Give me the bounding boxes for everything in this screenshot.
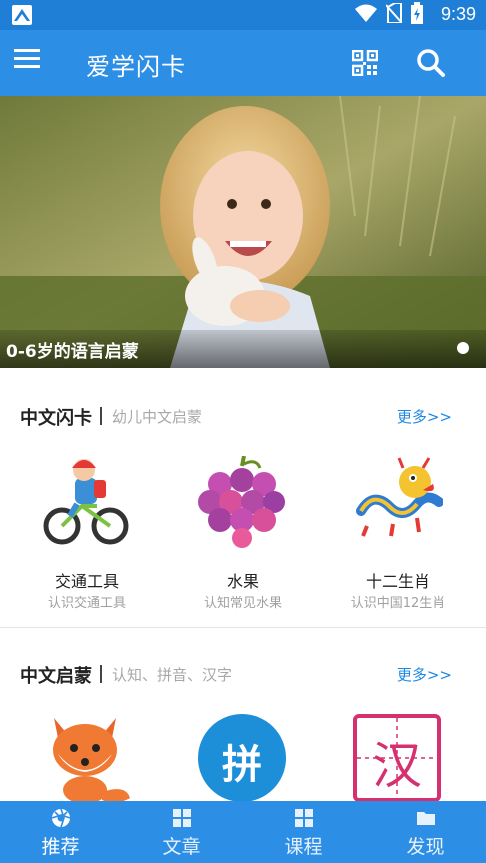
bottom-navigation: 推荐 文章 课程 发现 <box>0 801 486 863</box>
section-flashcards: 中文闪卡 幼儿中文启蒙 更多>> 交通工具 认识交通工具 水果 认知常见水果 十… <box>0 398 486 627</box>
section-header: 中文启蒙 认知、拼音、汉字 更多>> <box>0 656 486 696</box>
wifi-icon <box>354 3 378 27</box>
grapes-icon <box>198 455 288 548</box>
section-divider <box>0 627 486 628</box>
carousel-dot-indicator[interactable] <box>457 342 469 354</box>
section-title: 中文闪卡 <box>20 408 92 429</box>
tab-label: 发现 <box>406 836 445 858</box>
tab-articles[interactable]: 文章 <box>121 801 242 863</box>
section-title: 中文启蒙 <box>20 666 92 687</box>
card-title: 水果 <box>226 572 259 591</box>
grid-icon <box>294 808 314 828</box>
battery-charging-icon <box>410 2 424 28</box>
section-header: 中文闪卡 幼儿中文启蒙 更多>> <box>0 398 486 438</box>
app-bar: 爱学闪卡 <box>0 30 486 96</box>
section-divider-bar <box>100 407 102 425</box>
banner-caption: 0-6岁的语言启蒙 <box>0 330 486 368</box>
clock: 9:39 <box>440 4 476 24</box>
qr-code-icon[interactable] <box>351 49 382 80</box>
section-subtitle: 认知、拼音、汉字 <box>112 666 233 684</box>
hanzi-grid-icon: 汉 <box>353 714 443 806</box>
tab-courses[interactable]: 课程 <box>243 801 364 863</box>
pinyin-glyph: 拼 <box>222 742 262 788</box>
more-link[interactable]: 更多>> <box>397 406 452 427</box>
bicycle-kid-icon <box>42 456 132 548</box>
folder-icon <box>416 808 436 828</box>
card-title: 交通工具 <box>54 572 119 591</box>
app-notification-icon <box>12 5 32 25</box>
tab-recommend[interactable]: 推荐 <box>0 801 121 863</box>
tab-label: 课程 <box>284 836 323 858</box>
pinyin-badge-icon: 拼 <box>198 714 288 806</box>
fox-icon <box>42 714 132 806</box>
card-description: 认识中国12生肖 <box>350 596 446 611</box>
card-title: 十二生肖 <box>365 572 430 591</box>
more-link[interactable]: 更多>> <box>397 664 452 685</box>
banner-caption-text: 0-6岁的语言启蒙 <box>6 342 139 362</box>
tab-label: 推荐 <box>41 836 80 858</box>
grid-icon <box>172 808 192 828</box>
section-divider-bar <box>100 665 102 683</box>
status-bar: 9:39 <box>0 0 486 30</box>
hamburger-menu-icon[interactable] <box>14 48 48 78</box>
card-description: 认知常见水果 <box>203 596 282 611</box>
no-sim-icon <box>385 2 403 27</box>
hanzi-glyph: 汉 <box>372 737 422 795</box>
section-enlightenment: 中文启蒙 认知、拼音、汉字 更多>> 拼 汉 <box>0 656 486 804</box>
banner-photo <box>0 96 486 368</box>
app-title: 爱学闪卡 <box>86 53 186 81</box>
dragon-icon <box>353 456 444 548</box>
card-description: 认识交通工具 <box>47 596 126 611</box>
aperture-icon <box>51 808 71 828</box>
tab-discover[interactable]: 发现 <box>365 801 486 863</box>
banner-carousel[interactable]: 0-6岁的语言启蒙 <box>0 96 486 368</box>
section-subtitle: 幼儿中文启蒙 <box>112 408 203 426</box>
search-icon[interactable] <box>416 48 448 80</box>
tab-label: 文章 <box>162 836 201 858</box>
